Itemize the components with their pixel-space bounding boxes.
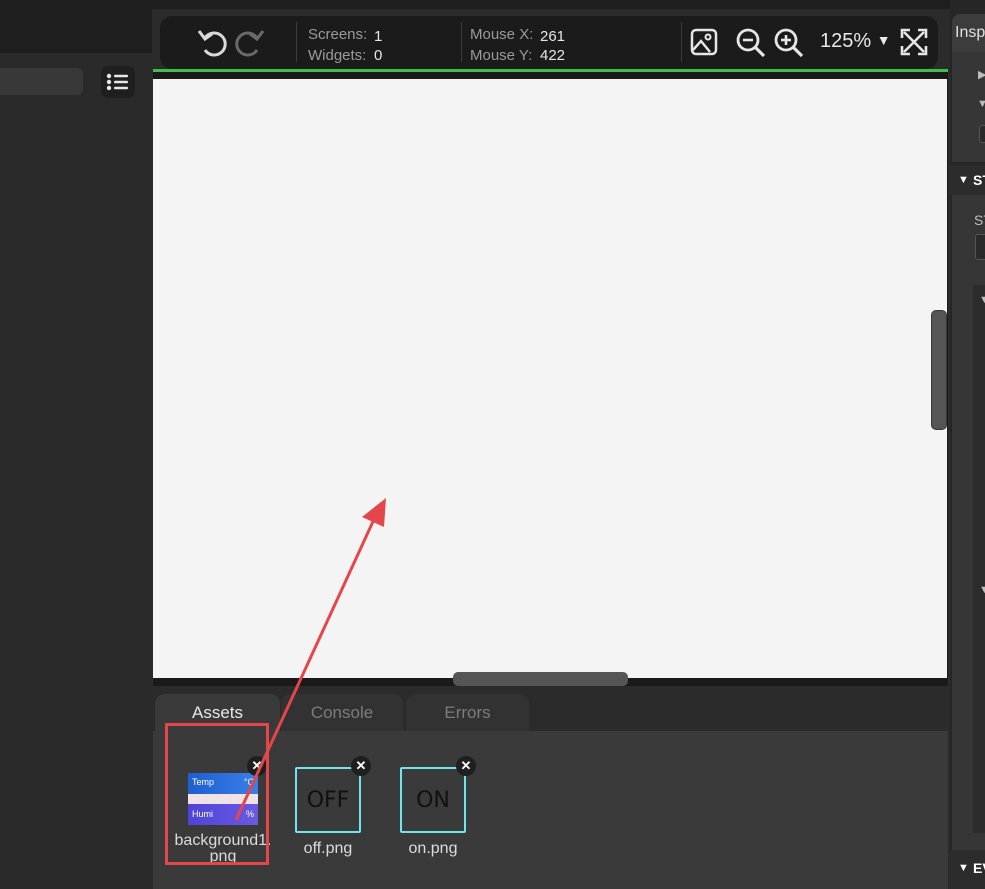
mouse-y-value: 422 [540, 47, 566, 64]
collapse-arrow-icon[interactable]: ▼ [977, 98, 985, 110]
canvas-horizontal-scrollbar[interactable] [453, 672, 628, 686]
thumb-on-text: ON [416, 787, 450, 813]
fullscreen-icon [900, 28, 928, 56]
tab-errors-label: Errors [444, 702, 491, 722]
inspector-field[interactable] [975, 234, 985, 260]
toolbar-separator [296, 22, 297, 62]
toolbar-separator [461, 22, 462, 62]
editor-toolbar: Screens: 1 Widgets: 0 Mouse X: 261 Mouse… [160, 16, 938, 69]
left-top-strip [0, 0, 152, 9]
canvas-vertical-scrollbar[interactable] [931, 310, 947, 430]
asset-name-off: off.png [303, 840, 353, 857]
redo-icon [235, 30, 265, 57]
background-image-button[interactable] [690, 28, 718, 61]
image-icon [690, 28, 718, 56]
mouse-x-value: 261 [540, 28, 566, 45]
undo-icon [197, 30, 227, 57]
tab-assets-label: Assets [191, 702, 244, 722]
asset-thumbnail-off[interactable]: OFF [295, 767, 361, 833]
zoom-out-button[interactable] [735, 27, 767, 64]
thumb-off-text: OFF [306, 787, 350, 813]
left-panel [0, 9, 152, 889]
fullscreen-button[interactable] [900, 27, 928, 62]
zoom-level-value: 125% [820, 30, 872, 52]
asset-name-on: on.png [408, 840, 458, 857]
inspector-field[interactable] [979, 125, 985, 143]
screens-label: Screens: [308, 26, 368, 43]
inspector-section-ev-label: EV [973, 860, 985, 876]
highlight-box [165, 723, 269, 865]
toolbar-separator [681, 22, 682, 62]
zoom-level-dropdown[interactable]: 125% ▼ [820, 30, 891, 53]
inspector-section-st-label: ST [973, 172, 985, 188]
mouse-y-label: Mouse Y: [470, 47, 533, 64]
redo-button[interactable] [232, 26, 266, 63]
list-icon [106, 73, 128, 91]
tab-console[interactable]: Console [281, 694, 403, 731]
tab-inspector-label: Insp [955, 24, 985, 41]
close-icon: ✕ [355, 758, 367, 773]
zoom-in-button[interactable] [773, 27, 805, 64]
remove-asset-off-button[interactable]: ✕ [351, 756, 371, 776]
list-view-button[interactable] [101, 66, 135, 98]
expand-arrow-icon[interactable]: ▶ [978, 68, 985, 81]
assets-grid [153, 731, 948, 889]
zoom-out-icon [736, 28, 766, 58]
widgets-label: Widgets: [308, 47, 367, 64]
widgets-value: 0 [374, 47, 383, 64]
close-icon: ✕ [460, 758, 472, 773]
center-top-strip [152, 0, 950, 9]
remove-asset-on-button[interactable]: ✕ [456, 756, 476, 776]
collapse-arrow-icon[interactable]: ▼ [979, 294, 985, 306]
undo-button[interactable] [196, 26, 230, 63]
inspector-row-label: ST [974, 212, 985, 228]
screens-value: 1 [374, 28, 383, 45]
dropdown-icon: ▼ [876, 32, 891, 48]
collapse-arrow-icon: ▼ [958, 174, 969, 186]
mouse-x-label: Mouse X: [470, 26, 534, 43]
left-search-input[interactable] [0, 68, 83, 95]
collapse-arrow-icon[interactable]: ▼ [979, 584, 985, 596]
collapse-arrow-icon: ▼ [958, 862, 969, 874]
asset-thumbnail-on[interactable]: ON [400, 767, 466, 833]
design-canvas[interactable] [153, 79, 947, 678]
left-panel-header [0, 9, 152, 53]
tab-console-label: Console [310, 702, 374, 722]
inspector-subpanel [973, 285, 985, 833]
tab-errors[interactable]: Errors [406, 694, 529, 731]
zoom-in-icon [774, 28, 804, 58]
